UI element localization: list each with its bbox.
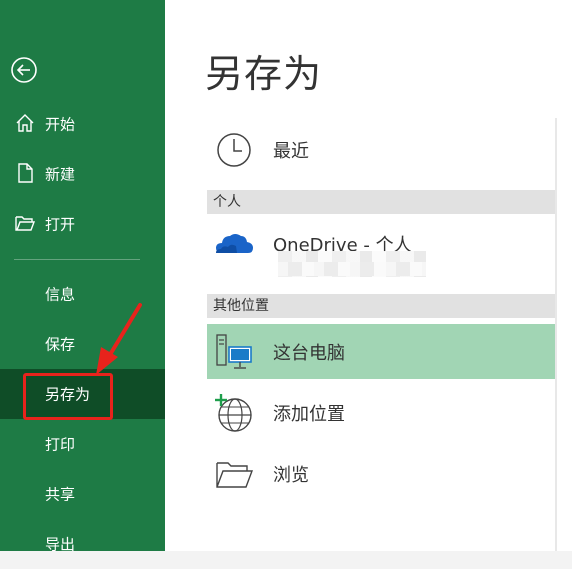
sidebar-item-label: 共享 (45, 485, 76, 504)
sidebar-item-label: 信息 (45, 285, 76, 304)
section-header-personal: 个人 (207, 190, 555, 214)
home-icon (16, 114, 34, 132)
backstage-sidebar: 开始 新建 打开 信息 保存 另存为 打印 共享 导出 (0, 0, 165, 554)
new-document-icon (18, 163, 33, 183)
annotation-highlight-box (23, 373, 113, 420)
computer-icon (216, 333, 252, 369)
cloud-icon (216, 233, 253, 253)
location-label: 最近 (273, 140, 309, 162)
sidebar-item-label: 开始 (45, 115, 76, 134)
sidebar-item-label: 打开 (45, 215, 76, 234)
location-browse[interactable]: 浏览 (207, 446, 555, 501)
back-arrow-icon (11, 57, 37, 83)
sidebar-item-open[interactable]: 打开 (0, 199, 165, 249)
open-folder-icon (15, 216, 36, 231)
save-as-panel: 另存为 最近 个人 OneDrive - 个人 其他位置 这台电脑 添加位置 浏… (165, 0, 572, 551)
sidebar-item-label: 导出 (45, 535, 76, 554)
location-this-pc[interactable]: 这台电脑 (207, 324, 555, 379)
redacted-account-blur (278, 262, 426, 276)
location-label: 这台电脑 (273, 342, 345, 364)
globe-plus-icon (215, 393, 252, 432)
sidebar-item-home[interactable]: 开始 (0, 99, 165, 149)
folder-icon (216, 461, 254, 488)
section-header-other-locations: 其他位置 (207, 294, 555, 318)
sidebar-item-label: 新建 (45, 165, 76, 184)
sidebar-item-share[interactable]: 共享 (0, 469, 165, 519)
location-recent[interactable]: 最近 (207, 122, 555, 177)
location-add-place[interactable]: 添加位置 (207, 385, 555, 440)
panel-border (555, 118, 557, 551)
sidebar-item-info[interactable]: 信息 (0, 269, 165, 319)
clock-icon (217, 132, 251, 167)
back-button[interactable] (10, 56, 38, 84)
location-label: 添加位置 (273, 403, 345, 425)
sidebar-item-label: 打印 (45, 435, 76, 454)
page-title: 另存为 (205, 52, 323, 96)
sidebar-item-label: 保存 (45, 335, 76, 354)
sidebar-item-print[interactable]: 打印 (0, 419, 165, 469)
sidebar-divider (14, 259, 140, 260)
sidebar-item-new[interactable]: 新建 (0, 149, 165, 199)
location-label: 浏览 (273, 464, 309, 486)
sidebar-item-save[interactable]: 保存 (0, 319, 165, 369)
sidebar-item-export[interactable]: 导出 (0, 519, 165, 569)
